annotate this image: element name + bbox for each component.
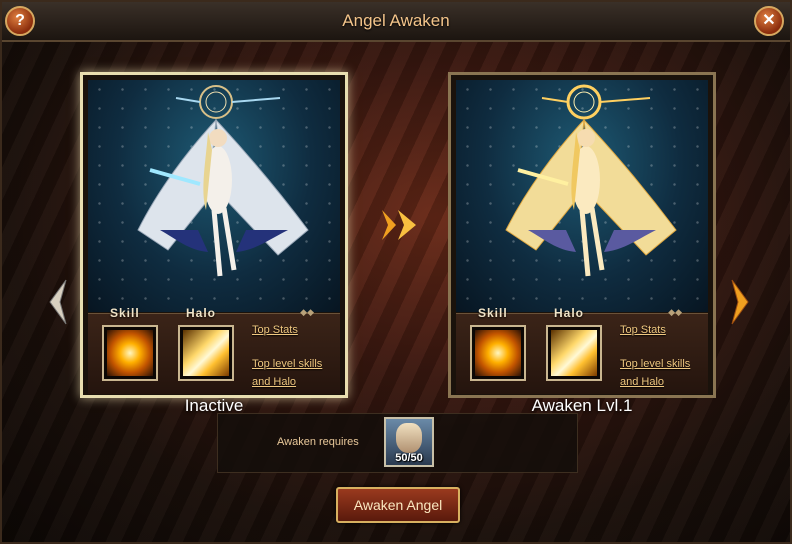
chevron-right-icon	[382, 210, 416, 240]
requirement-count: 50/50	[395, 452, 423, 464]
nav-right-arrow[interactable]	[728, 278, 752, 326]
nav-left-arrow[interactable]	[46, 278, 70, 326]
and-halo-link[interactable]: and Halo	[252, 374, 296, 391]
halo-light-icon	[183, 330, 229, 376]
and-halo-link[interactable]: and Halo	[620, 374, 664, 391]
awaken-angel-button[interactable]: Awaken Angel	[336, 487, 460, 523]
top-skills-link[interactable]: Top level skills	[620, 356, 690, 373]
skill-slot[interactable]	[102, 325, 158, 381]
angel-figure	[137, 85, 309, 277]
halo-label: Halo	[186, 306, 217, 320]
halo-label: Halo	[554, 306, 585, 320]
angel-awaken-window: ? Angel Awaken ✕ Skill Halo ◆◆ Top Stats…	[0, 0, 792, 544]
help-button[interactable]: ?	[5, 6, 35, 36]
title-bar: ? Angel Awaken ✕	[2, 2, 790, 42]
chevron-left-icon	[49, 279, 67, 325]
halo-light-icon	[551, 330, 597, 376]
angel-portrait	[88, 80, 340, 312]
requirement-panel: Awaken requires 50/50	[217, 413, 578, 473]
top-stats-link[interactable]: Top Stats	[620, 322, 666, 339]
angel-shard-icon	[396, 423, 422, 453]
skill-burst-icon	[475, 330, 521, 376]
close-button[interactable]: ✕	[754, 6, 784, 36]
ability-panel: Skill Halo ◆◆ Top Stats Top level skills…	[88, 306, 340, 394]
awakened-angel-card[interactable]: Skill Halo ◆◆ Top Stats Top level skills…	[448, 72, 716, 398]
ability-panel: Skill Halo ◆◆ Top Stats Top level skills…	[456, 306, 708, 394]
halo-slot[interactable]	[178, 325, 234, 381]
halo-slot[interactable]	[546, 325, 602, 381]
angel-awakened-portrait	[456, 80, 708, 312]
question-icon: ?	[15, 12, 25, 29]
window-title: Angel Awaken	[342, 11, 450, 30]
skill-slot[interactable]	[470, 325, 526, 381]
angel-awakened-figure	[505, 84, 677, 277]
current-angel-card[interactable]: Skill Halo ◆◆ Top Stats Top level skills…	[80, 72, 348, 398]
top-skills-link[interactable]: Top level skills	[252, 356, 322, 373]
skill-label: Skill	[478, 306, 508, 320]
skill-burst-icon	[107, 330, 153, 376]
ornament-icon: ◆◆	[668, 307, 682, 317]
close-icon: ✕	[762, 12, 776, 29]
top-stats-link[interactable]: Top Stats	[252, 322, 298, 339]
ornament-icon: ◆◆	[300, 307, 314, 317]
requirement-label: Awaken requires	[277, 436, 359, 448]
skill-label: Skill	[110, 306, 140, 320]
chevron-right-icon	[731, 279, 749, 325]
angel-shard-item[interactable]: 50/50	[384, 417, 434, 467]
